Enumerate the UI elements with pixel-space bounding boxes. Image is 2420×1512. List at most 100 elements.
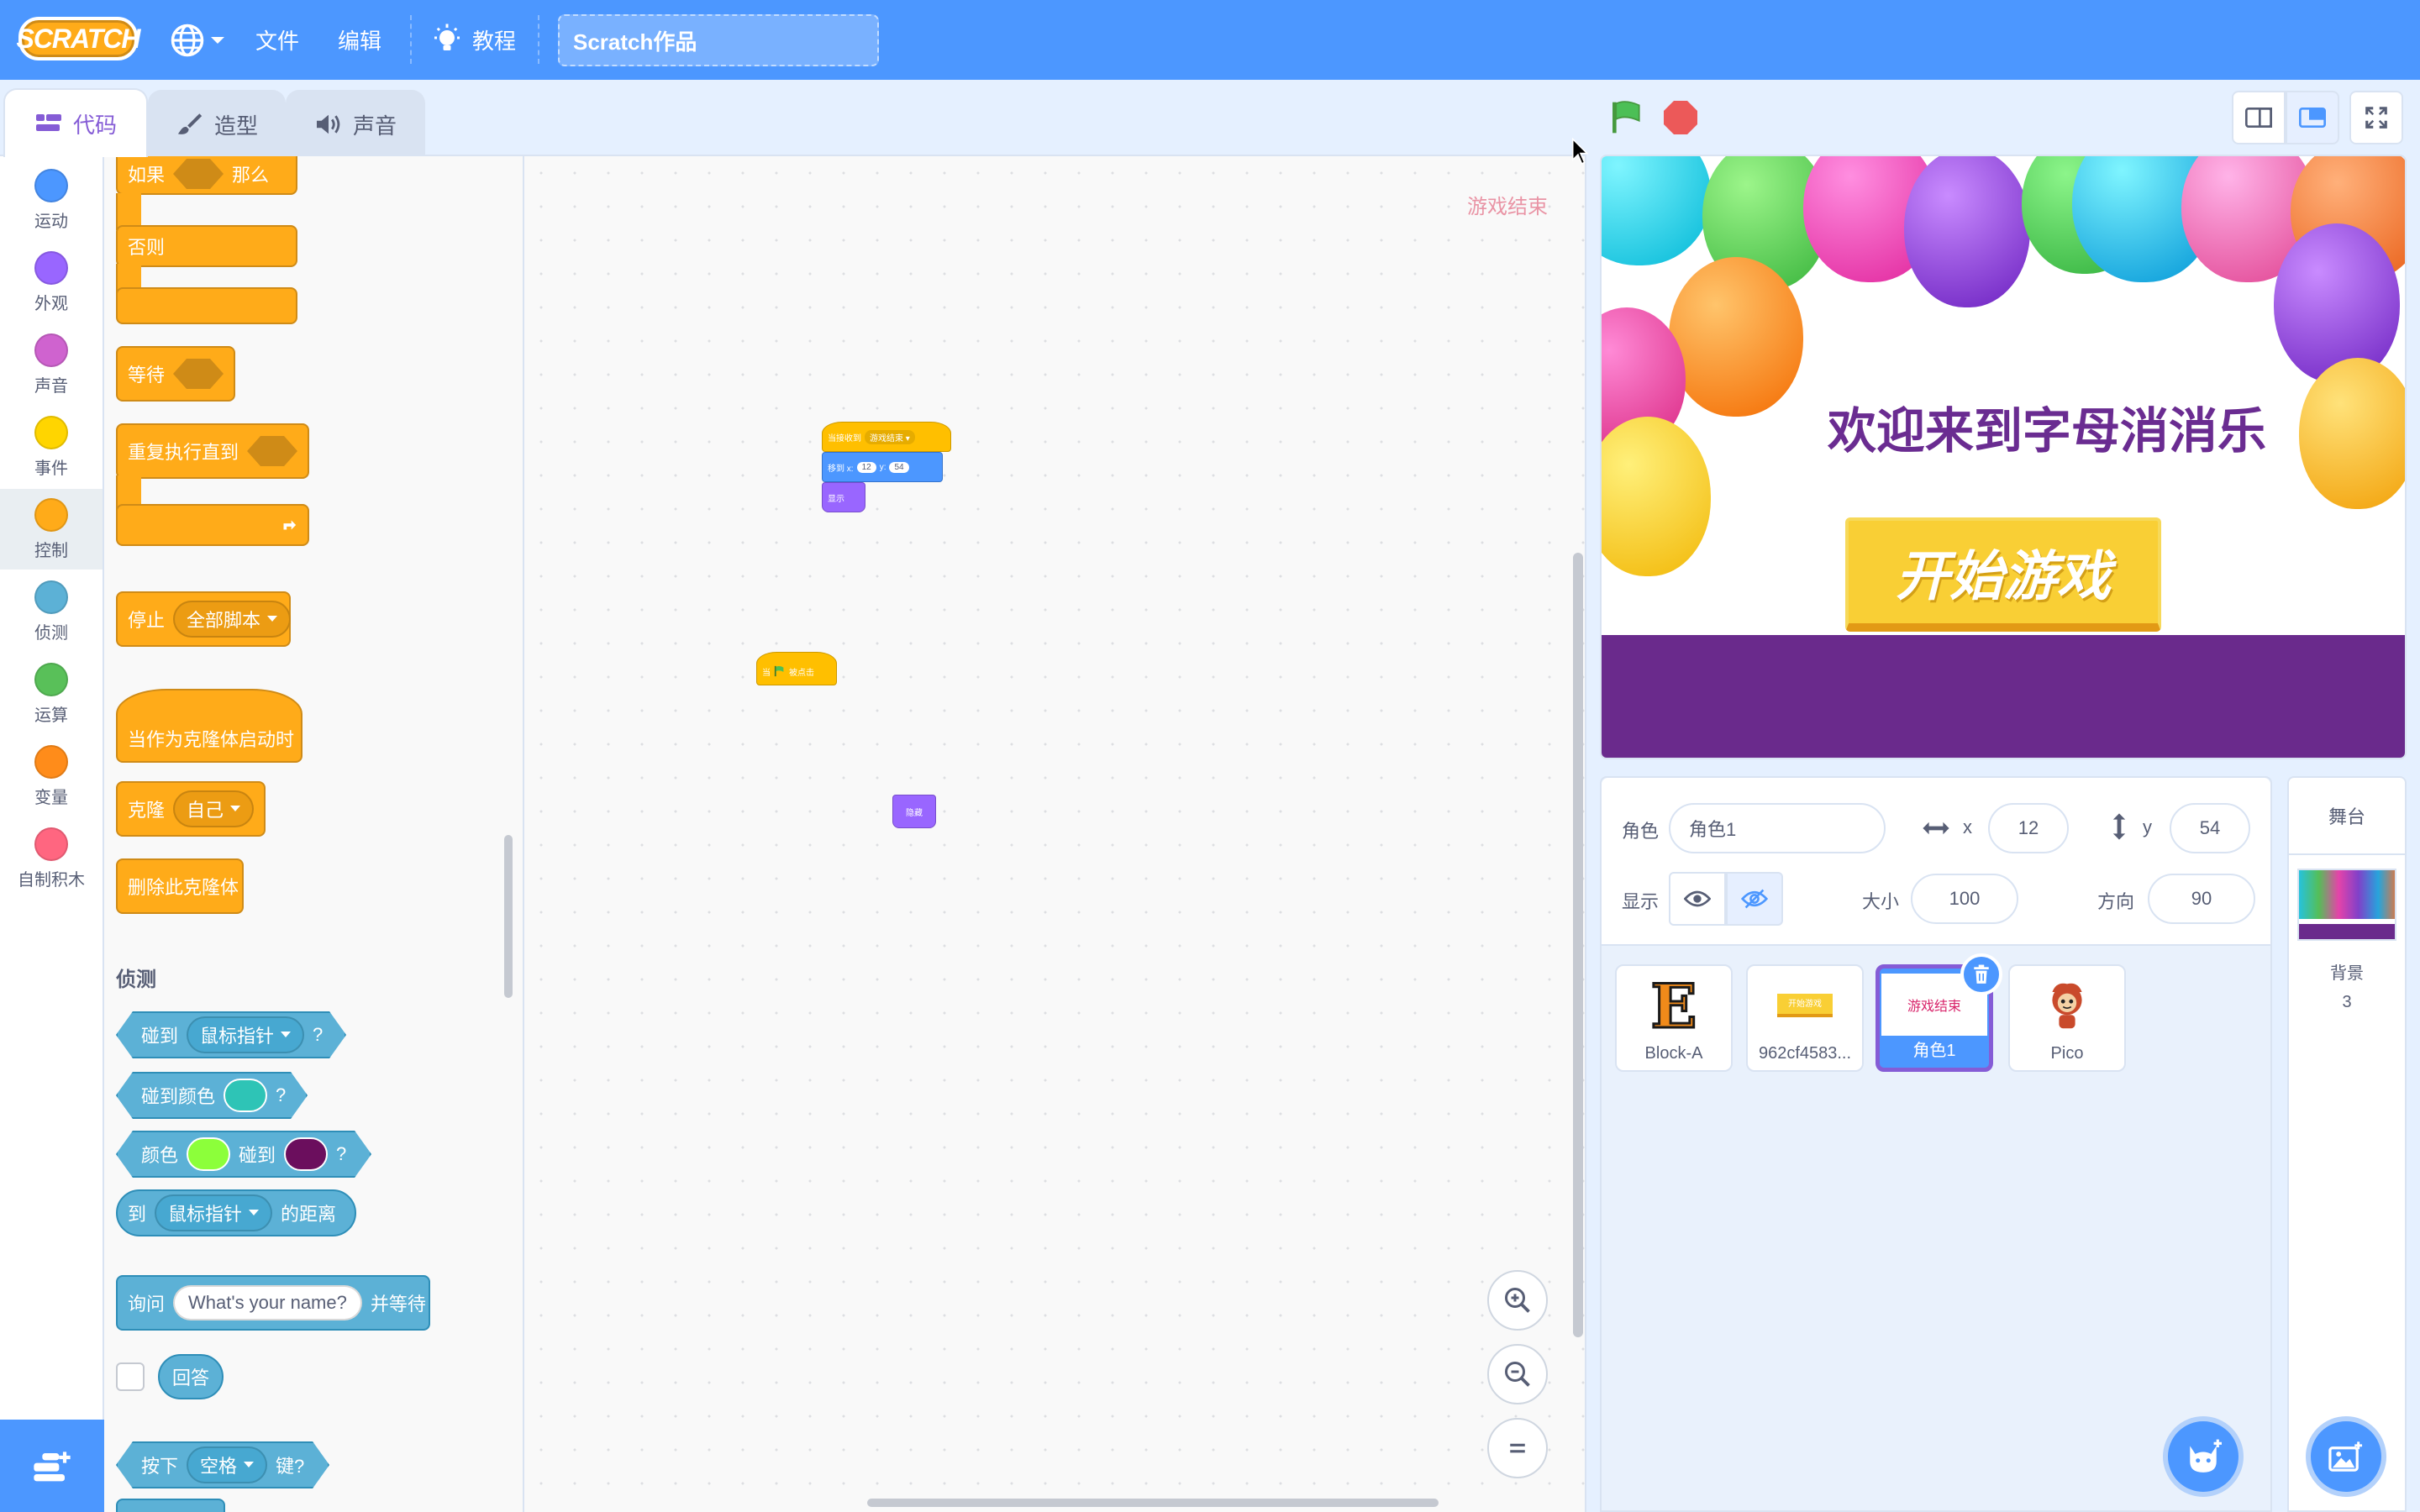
hide-block[interactable]: 隐藏 [892,795,936,828]
category-motion[interactable]: 运动 [0,160,103,240]
block-text: 碰到颜色 [141,1086,216,1107]
category-looks[interactable]: 外观 [0,242,103,323]
start-game-button[interactable]: 开始游戏 [1845,517,2161,632]
block-text: 并等待 [370,1294,426,1315]
go-to-xy-block[interactable]: 移到 x: 12 y: 54 [822,452,943,482]
sprite-tile[interactable]: Pico [2008,964,2126,1072]
show-block[interactable]: 显示 [822,482,865,512]
script-area[interactable]: 游戏结束 当接收到 游戏结束 ▾ 移到 x: 12 y: 54 显示 当 被点击… [524,155,1586,1512]
x-input[interactable]: 12 [856,461,876,473]
category-events[interactable]: 事件 [0,407,103,487]
stop-option-dropdown[interactable]: 全部脚本 [173,601,292,638]
ask-and-wait-block[interactable]: 询问 What's your name? 并等待 [116,1275,430,1331]
category-variables[interactable]: 变量 [0,736,103,816]
x-position-input[interactable]: 12 [1988,803,2069,853]
trash-icon [1974,964,1989,984]
c-block-bottom [116,504,309,546]
add-extension-button[interactable] [0,1420,104,1512]
backdrop-thumbnail[interactable] [2297,869,2396,941]
tab-costumes[interactable]: 造型 [148,90,286,157]
tab-code[interactable]: 代码 [3,88,148,157]
key-dropdown[interactable]: 空格 [187,1446,267,1483]
sprite-tile[interactable]: E Block-A [1615,964,1733,1072]
condition-slot[interactable] [173,159,224,189]
show-sprite-button[interactable] [1669,872,1726,926]
edit-menu[interactable]: 编辑 [338,0,381,80]
condition-slot[interactable] [173,359,224,389]
touching-block[interactable]: 碰到 鼠标指针 ? [116,1011,346,1058]
category-label: 外观 [34,294,68,313]
if-else-block[interactable]: 如果 那么 [116,156,297,195]
hide-sprite-button[interactable] [1726,872,1783,926]
block-text: 如果 [128,165,166,186]
chevron-down-icon [267,616,278,622]
wait-until-block[interactable]: 等待 [116,346,235,402]
create-clone-block[interactable]: 克隆 自己 [116,781,266,837]
zoom-out-button[interactable] [1487,1344,1548,1404]
green-flag-icon [774,665,784,677]
horizontal-arrows-icon [1923,822,1949,835]
when-clone-starts-block[interactable]: 当作为克隆体启动时 [116,689,302,763]
balloon-decoration [2299,358,2405,509]
sprite-tile-selected[interactable]: 游戏结束 角色1 [1876,953,2002,1072]
stage-selector[interactable]: 舞台 背景 3 [2287,776,2407,1512]
add-sprite-button[interactable] [2163,1416,2244,1497]
ask-question-input[interactable]: What's your name? [173,1285,362,1320]
answer-monitor-checkbox[interactable] [116,1362,145,1391]
file-menu[interactable]: 文件 [255,0,299,80]
large-stage-button[interactable] [2286,91,2339,144]
category-operators[interactable]: 运算 [0,654,103,734]
condition-slot[interactable] [247,436,297,466]
language-menu[interactable] [170,0,225,80]
delete-clone-block[interactable]: 删除此克隆体 [116,858,244,914]
y-input[interactable]: 54 [889,461,909,473]
category-sensing[interactable]: 侦测 [0,571,103,652]
scratch-logo[interactable]: SCRATCH [16,17,141,60]
stop-block[interactable]: 停止 全部脚本 [116,591,292,647]
next-sensing-block[interactable] [116,1499,225,1512]
touching-target-dropdown[interactable]: 鼠标指针 [187,1016,304,1053]
zoom-reset-button[interactable] [1487,1418,1548,1478]
distance-to-block[interactable]: 到 鼠标指针 的距离 [116,1189,356,1236]
stage-canvas[interactable]: 欢迎来到字母消消乐 开始游戏 [1600,155,2407,759]
vertical-arrows-icon [2112,813,2126,840]
stop-button[interactable] [1664,101,1697,134]
block-text: 显示 [828,494,844,504]
tutorials-menu[interactable]: 教程 [432,0,516,80]
else-segment: 否则 [116,225,297,267]
zoom-in-button[interactable] [1487,1270,1548,1331]
green-flag-button[interactable] [1608,99,1645,136]
message-dropdown[interactable]: 游戏结束 ▾ [865,429,915,444]
color-swatch[interactable] [224,1079,267,1112]
full-screen-button[interactable] [2349,91,2403,144]
small-stage-button[interactable] [2232,91,2286,144]
delete-sprite-button[interactable] [1960,953,2002,995]
color-touching-color-block[interactable]: 颜色 碰到 ? [116,1131,371,1178]
when-flag-clicked-hat-block[interactable]: 当 被点击 [756,652,837,685]
script-horizontal-scrollbar[interactable] [867,1499,1439,1507]
color-swatch[interactable] [187,1137,230,1171]
y-position-input[interactable]: 54 [2170,803,2250,853]
distance-target-dropdown[interactable]: 鼠标指针 [155,1194,273,1231]
key-pressed-block[interactable]: 按下 空格 键? [116,1441,329,1488]
project-title-input[interactable]: Scratch作品 [558,14,879,66]
direction-input[interactable]: 90 [2148,874,2255,924]
category-my-blocks[interactable]: 自制积木 [0,818,103,899]
block-text: 那么 [232,165,270,186]
add-backdrop-button[interactable] [2306,1416,2386,1497]
clone-option-dropdown[interactable]: 自己 [173,790,255,827]
size-input[interactable]: 100 [1911,874,2018,924]
tab-sounds[interactable]: 声音 [286,90,425,157]
sprite-tile[interactable]: 开始游戏 962cf4583... [1746,964,1864,1072]
color-swatch[interactable] [284,1137,328,1171]
sprite-name-input[interactable]: 角色1 [1669,803,1886,853]
category-sound[interactable]: 声音 [0,324,103,405]
answer-block[interactable]: 回答 [158,1354,224,1399]
repeat-until-block[interactable]: 重复执行直到 [116,423,309,479]
script-vertical-scrollbar[interactable] [1573,553,1583,1337]
palette-scrollbar[interactable] [504,835,513,998]
balloon-decoration [2274,223,2400,383]
when-receive-hat-block[interactable]: 当接收到 游戏结束 ▾ [822,422,951,452]
touching-color-block[interactable]: 碰到颜色 ? [116,1072,308,1119]
category-control[interactable]: 控制 [0,489,103,570]
